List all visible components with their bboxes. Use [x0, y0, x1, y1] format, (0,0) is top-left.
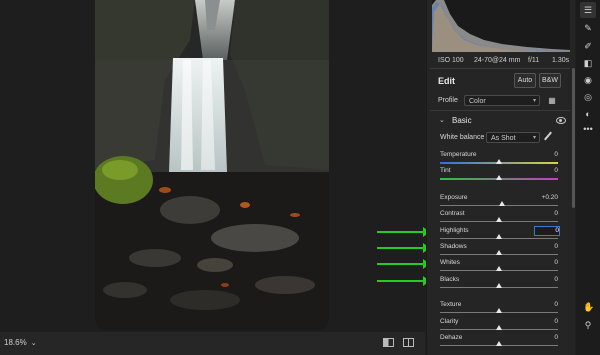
shadows-slider-thumb[interactable] [496, 250, 502, 255]
chevron-down-icon: ⌄ [30, 340, 37, 347]
dehaze-label: Dehaze [440, 334, 463, 341]
waterfall-photo [95, 0, 329, 330]
exposure-label: Exposure [440, 194, 468, 201]
camera-shutter: 1.30s [552, 57, 570, 64]
highlights-slider-thumb[interactable] [496, 234, 502, 239]
clarity-label: Clarity [440, 318, 459, 325]
chevron-down-icon: ▾ [532, 98, 536, 104]
chevron-down-icon[interactable]: ⌄ [439, 116, 445, 124]
dehaze-value[interactable]: 0 [534, 334, 558, 342]
chevron-down-icon: ▾ [532, 135, 536, 141]
zoom-icon[interactable]: ⚲ [583, 320, 593, 330]
dehaze-slider-thumb[interactable] [496, 341, 502, 346]
arrow-annotation-shadows [377, 243, 430, 253]
profile-browser-icon[interactable]: ▦ [547, 96, 557, 106]
eye-icon[interactable] [556, 117, 566, 124]
histogram-graph [432, 0, 570, 52]
zoom-level[interactable]: 18.6% ⌄ [4, 338, 37, 347]
clarity-slider-thumb[interactable] [496, 325, 502, 330]
arrow-annotation-whites [377, 259, 430, 269]
panel-scrollbar[interactable] [572, 68, 575, 208]
hand-icon[interactable]: ✋ [583, 302, 594, 312]
blacks-label: Blacks [440, 276, 460, 283]
shadows-value[interactable]: 0 [534, 243, 558, 251]
tint-slider-thumb[interactable] [496, 175, 502, 180]
gradient-icon[interactable]: ◧ [583, 58, 593, 68]
highlights-label: Highlights [440, 227, 469, 234]
circle-icon[interactable]: ◉ [583, 75, 593, 85]
camera-lens: 24-70@24 mm [474, 57, 521, 64]
temperature-label: Temperature [440, 151, 477, 158]
bottom-toolbar [0, 332, 425, 355]
shadows-label: Shadows [440, 243, 467, 250]
profile-dropdown[interactable]: Color ▾ [464, 95, 540, 106]
before-after-icon[interactable] [383, 338, 394, 347]
histogram [432, 0, 570, 52]
divider [430, 68, 570, 69]
highlights-value[interactable]: 0 [534, 226, 560, 236]
temperature-slider-thumb[interactable] [496, 159, 502, 164]
clarity-value[interactable]: 0 [534, 318, 558, 326]
basic-section-title[interactable]: Basic [452, 116, 472, 125]
camera-iso: ISO 100 [438, 57, 464, 64]
texture-slider-thumb[interactable] [496, 308, 502, 313]
texture-label: Texture [440, 301, 462, 308]
arrow-annotation-blacks [377, 276, 430, 286]
whites-slider-thumb[interactable] [496, 266, 502, 271]
redeye-icon[interactable]: ◎ [583, 92, 593, 102]
auto-button[interactable]: Auto [514, 73, 536, 88]
exposure-slider-thumb[interactable] [499, 201, 505, 206]
presets-icon[interactable]: ◐ [583, 109, 593, 119]
contrast-value[interactable]: 0 [534, 210, 558, 218]
tint-label: Tint [440, 167, 451, 174]
white-balance-dropdown[interactable]: As Shot ▾ [486, 132, 540, 143]
photo-preview[interactable] [95, 0, 329, 330]
compare-view-icon[interactable] [403, 338, 414, 347]
temperature-value[interactable]: 0 [534, 151, 558, 159]
whites-label: Whites [440, 259, 460, 266]
contrast-label: Contrast [440, 210, 465, 217]
tint-value[interactable]: 0 [534, 167, 558, 175]
white-balance-label: White balance [440, 134, 485, 141]
arrow-annotation-highlights [377, 227, 430, 237]
more-icon[interactable]: ••• [583, 124, 593, 134]
camera-aperture: f/11 [528, 57, 540, 64]
profile-label: Profile [438, 97, 458, 104]
healing-brush-icon[interactable]: ✎ [583, 23, 593, 33]
contrast-slider-thumb[interactable] [496, 217, 502, 222]
edit-title: Edit [438, 76, 455, 86]
sliders-icon[interactable]: ☰ [580, 2, 596, 18]
whites-value[interactable]: 0 [534, 259, 558, 267]
blacks-slider-thumb[interactable] [496, 283, 502, 288]
blacks-value[interactable]: 0 [534, 276, 558, 284]
brush-icon[interactable]: ✐ [583, 41, 593, 51]
divider [430, 110, 570, 111]
texture-value[interactable]: 0 [534, 301, 558, 309]
bw-button[interactable]: B&W [539, 73, 561, 88]
exposure-value[interactable]: +0.20 [534, 194, 558, 202]
